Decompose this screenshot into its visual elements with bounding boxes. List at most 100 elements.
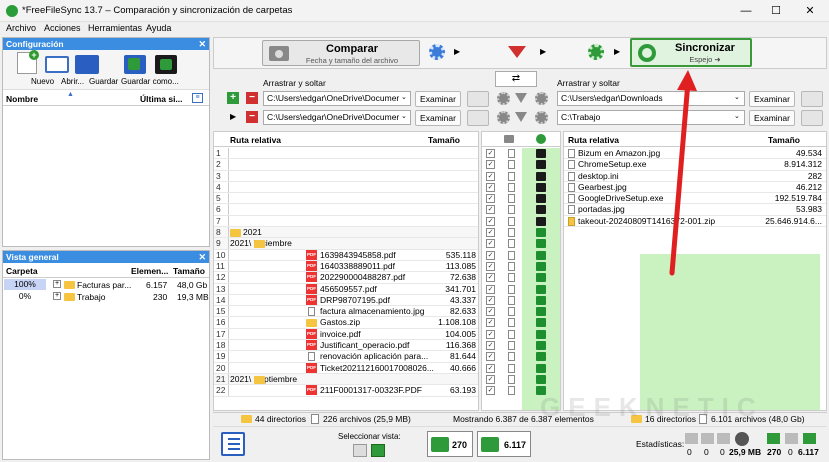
dropdown-icon[interactable]: ⌄ [401, 93, 407, 101]
sync-action-icon[interactable] [536, 239, 546, 249]
expand-icon[interactable]: + [53, 292, 61, 300]
close-button[interactable]: ✕ [797, 3, 823, 19]
left-cloud-button-2[interactable] [467, 110, 489, 126]
left-col-path[interactable]: Ruta relativa [230, 135, 281, 145]
table-row[interactable]: 17 PDF invoice.pdf 104.005 [214, 328, 478, 341]
expand-icon[interactable]: + [53, 280, 61, 288]
table-row[interactable]: 16 Gastos.zip 1.108.108 [214, 317, 478, 329]
mid-row[interactable]: ✓ [482, 374, 560, 385]
sync-action-icon[interactable] [536, 329, 546, 339]
table-row[interactable]: 7 [214, 215, 478, 228]
log-icon[interactable] [221, 432, 245, 456]
sync-action-icon[interactable] [536, 160, 546, 170]
right-col-path[interactable]: Ruta relativa [568, 135, 619, 145]
sync-settings-icon[interactable] [588, 44, 604, 60]
overview-row[interactable]: 0% + Trabajo 230 19,3 MB [3, 291, 209, 303]
row-checkbox[interactable]: ✓ [486, 182, 495, 192]
pair-settings-icon[interactable] [497, 92, 510, 105]
row-checkbox[interactable]: ✓ [486, 205, 495, 215]
dropdown-icon[interactable]: ⌄ [734, 93, 740, 101]
sync-action-icon[interactable] [536, 171, 546, 181]
row-checkbox[interactable]: ✓ [486, 318, 495, 328]
sync-action-icon[interactable] [536, 341, 546, 351]
columns-icon[interactable]: ≡ [192, 93, 203, 103]
mid-row[interactable]: ✓ [482, 363, 560, 374]
sync-action-icon[interactable] [536, 273, 546, 283]
sync-action-icon[interactable] [536, 182, 546, 192]
row-checkbox[interactable]: ✓ [486, 329, 495, 339]
left-file-grid[interactable]: Ruta relativa Tamaño 1 2 3 4 5 6 7 8 2021 9 2021\ … [213, 131, 479, 411]
mid-row[interactable]: ✓ [482, 238, 560, 249]
table-row[interactable]: 18 PDF Justificant_operacio.pdf 116.368 [214, 340, 478, 352]
pair-filter-icon[interactable] [515, 93, 527, 103]
right-cloud-button-2[interactable] [801, 110, 823, 126]
compare-col-icon[interactable] [504, 135, 514, 143]
mid-row[interactable]: ✓ [482, 227, 560, 238]
sync-action-icon[interactable] [536, 250, 546, 260]
table-row[interactable]: 13 PDF 456509557.pdf 341.701 [214, 283, 478, 295]
row-checkbox[interactable]: ✓ [486, 250, 495, 260]
save-label[interactable]: Guardar [89, 77, 118, 86]
mid-row[interactable]: ✓ [482, 204, 560, 215]
table-row[interactable]: 1 [214, 148, 478, 160]
sync-action-icon[interactable] [536, 261, 546, 271]
row-checkbox[interactable]: ✓ [486, 261, 495, 271]
row-checkbox[interactable]: ✓ [486, 239, 495, 249]
col-elementos[interactable]: Elemen... [131, 266, 168, 276]
row-checkbox[interactable]: ✓ [486, 284, 495, 294]
menu-archivo[interactable]: Archivo [6, 23, 36, 33]
save-as-label[interactable]: Guardar como... [121, 77, 179, 86]
right-path-input-2[interactable]: C:\Trabajo [557, 110, 745, 125]
row-checkbox[interactable]: ✓ [486, 273, 495, 283]
mid-row[interactable]: ✓ [482, 272, 560, 283]
minimize-button[interactable]: — [733, 3, 759, 19]
col-ultima[interactable]: Última si... [140, 94, 183, 104]
mid-row[interactable]: ✓ [482, 340, 560, 351]
mid-row[interactable]: ✓ [482, 306, 560, 317]
open-label[interactable]: Abrir... [61, 77, 84, 86]
open-config-icon[interactable] [45, 56, 69, 73]
table-row[interactable]: 20 PDF Ticket202112160017008026... 40.666 [214, 362, 478, 374]
remove-pair-icon[interactable]: − [246, 111, 258, 123]
pair-sync-settings-icon[interactable] [535, 92, 548, 105]
pair-settings-icon[interactable] [497, 111, 510, 124]
new-config-icon[interactable]: + [17, 50, 39, 74]
middle-grid[interactable]: ✓ ✓ ✓ ✓ ✓ ✓ ✓ ✓ ✓ ✓ ✓ ✓ ✓ ✓ ✓ ✓ ✓ ✓ ✓ ✓ ✓ ✓ [481, 131, 561, 411]
table-row[interactable]: 4 [214, 181, 478, 194]
sync-col-icon[interactable] [536, 134, 546, 144]
mid-row[interactable]: ✓ [482, 159, 560, 170]
sync-action-icon[interactable] [536, 374, 546, 384]
pair-filter-icon[interactable] [515, 112, 527, 122]
sync-dropdown-icon[interactable]: ▶ [614, 47, 620, 56]
new-label[interactable]: Nuevo [31, 77, 54, 86]
sync-button[interactable]: Sincronizar Espejo ➜ [630, 38, 752, 67]
sync-action-icon[interactable] [536, 205, 546, 215]
sync-action-icon[interactable] [536, 194, 546, 204]
left-browse-button-1[interactable]: Examinar [415, 91, 461, 107]
expand-pair-icon[interactable]: ▶ [230, 112, 236, 121]
table-row[interactable]: 22 PDF 211F0001317-00323F.PDF 63.193 [214, 385, 478, 397]
sync-action-icon[interactable] [536, 307, 546, 317]
filter-dropdown-icon[interactable]: ▶ [540, 47, 546, 56]
table-row[interactable]: 11 PDF 1640338889011.pdf 113.085 [214, 260, 478, 273]
right-cloud-button-1[interactable] [801, 91, 823, 107]
table-row[interactable]: 12 PDF 202290000488287.pdf 72.638 [214, 272, 478, 284]
remove-pair-icon[interactable]: − [246, 92, 258, 104]
left-browse-button-2[interactable]: Examinar [415, 110, 461, 126]
table-row[interactable]: 3 [214, 170, 478, 182]
row-checkbox[interactable]: ✓ [486, 295, 495, 305]
mid-row[interactable]: ✓ [482, 329, 560, 340]
mid-row[interactable]: ✓ [482, 261, 560, 272]
sync-action-icon[interactable] [536, 363, 546, 373]
sync-action-icon[interactable] [536, 295, 546, 305]
left-cloud-button-1[interactable] [467, 91, 489, 107]
maximize-button[interactable]: ☐ [763, 3, 789, 19]
left-path-input-2[interactable]: C:\Users\edgar\OneDrive\Documer [263, 110, 411, 125]
mid-row[interactable]: ✓ [482, 351, 560, 362]
table-row[interactable]: 21 2021\ Septiembre [214, 373, 478, 386]
overview-row[interactable]: 100% + Facturas par... 6.157 48,0 Gb [3, 279, 209, 291]
overview-close-icon[interactable]: ✕ [198, 251, 206, 263]
compare-dropdown-icon[interactable]: ▶ [454, 47, 460, 56]
sync-action-icon[interactable] [536, 352, 546, 362]
right-browse-button-2[interactable]: Examinar [749, 110, 795, 126]
